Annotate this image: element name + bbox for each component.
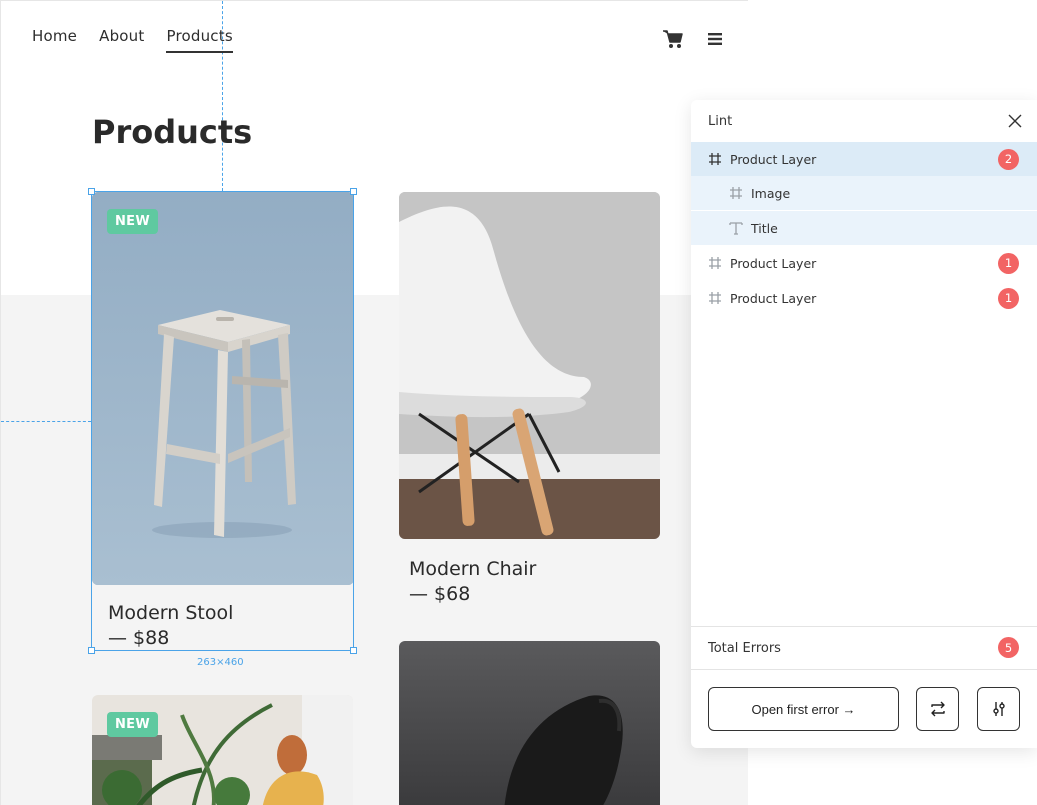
new-badge: NEW bbox=[107, 712, 158, 737]
divider bbox=[691, 626, 1037, 627]
frame-icon bbox=[709, 153, 721, 165]
frame-icon bbox=[709, 292, 721, 304]
new-badge: NEW bbox=[107, 209, 158, 234]
product-image-stool bbox=[92, 192, 354, 585]
lint-panel-header: Lint bbox=[691, 100, 1037, 142]
product-image-chair bbox=[399, 192, 660, 539]
product-card-plants[interactable]: NEW bbox=[92, 695, 353, 805]
lint-item-label: Image bbox=[751, 185, 791, 201]
hamburger-menu-icon[interactable] bbox=[704, 28, 726, 50]
lint-item-title[interactable]: Title bbox=[691, 211, 1037, 245]
cart-icon[interactable] bbox=[662, 28, 684, 50]
total-errors-badge: 5 bbox=[998, 637, 1019, 658]
lint-item-label: Product Layer bbox=[730, 255, 817, 271]
nav-icons bbox=[662, 28, 726, 50]
sliders-icon bbox=[992, 702, 1005, 716]
lint-item-label: Product Layer bbox=[730, 290, 817, 306]
nav-link-home[interactable]: Home bbox=[32, 27, 77, 53]
horizontal-guide-line bbox=[1, 421, 91, 422]
text-icon bbox=[729, 222, 743, 235]
product-card-chair[interactable]: Modern Chair — $68 bbox=[399, 192, 660, 622]
lint-panel-title: Lint bbox=[708, 114, 733, 129]
product-card-stool[interactable]: NEW Modern Stool — $88 bbox=[92, 192, 354, 652]
nav-link-about[interactable]: About bbox=[99, 27, 144, 53]
error-count-badge: 1 bbox=[998, 287, 1019, 309]
settings-button[interactable] bbox=[977, 687, 1020, 731]
lint-item-product-layer[interactable]: Product Layer 2 bbox=[691, 142, 1037, 176]
open-first-error-button[interactable]: Open first error → bbox=[708, 687, 899, 731]
divider bbox=[691, 669, 1037, 670]
swap-button[interactable] bbox=[916, 687, 959, 731]
error-count-badge: 1 bbox=[998, 252, 1019, 274]
swap-icon bbox=[930, 701, 945, 717]
lint-item-image[interactable]: Image bbox=[691, 176, 1037, 210]
lint-item-product-layer[interactable]: Product Layer 1 bbox=[691, 246, 1037, 280]
product-name-stool: Modern Stool bbox=[108, 602, 234, 624]
lint-panel: Lint Product Layer 2 Image Title Product… bbox=[691, 100, 1037, 748]
page-title: Products bbox=[92, 113, 253, 151]
selection-dimensions-label: 263×460 bbox=[197, 657, 244, 668]
product-price-stool: — $88 bbox=[108, 627, 170, 649]
error-count-badge: 2 bbox=[998, 148, 1019, 170]
product-page: Home About Products Products NEW Modern … bbox=[0, 0, 748, 805]
top-nav: Home About Products bbox=[32, 27, 233, 53]
frame-icon bbox=[709, 257, 721, 269]
nav-link-products[interactable]: Products bbox=[166, 27, 233, 53]
lint-item-label: Product Layer bbox=[730, 151, 817, 167]
product-price-chair: — $68 bbox=[409, 583, 471, 605]
total-errors-label: Total Errors bbox=[708, 641, 781, 656]
product-name-chair: Modern Chair bbox=[409, 558, 537, 580]
product-image-black-chair bbox=[399, 641, 660, 805]
lint-item-label: Title bbox=[751, 220, 778, 236]
close-icon[interactable] bbox=[1007, 113, 1023, 129]
frame-icon bbox=[730, 187, 742, 199]
product-card-black-chair[interactable] bbox=[399, 641, 660, 805]
lint-item-product-layer[interactable]: Product Layer 1 bbox=[691, 281, 1037, 315]
